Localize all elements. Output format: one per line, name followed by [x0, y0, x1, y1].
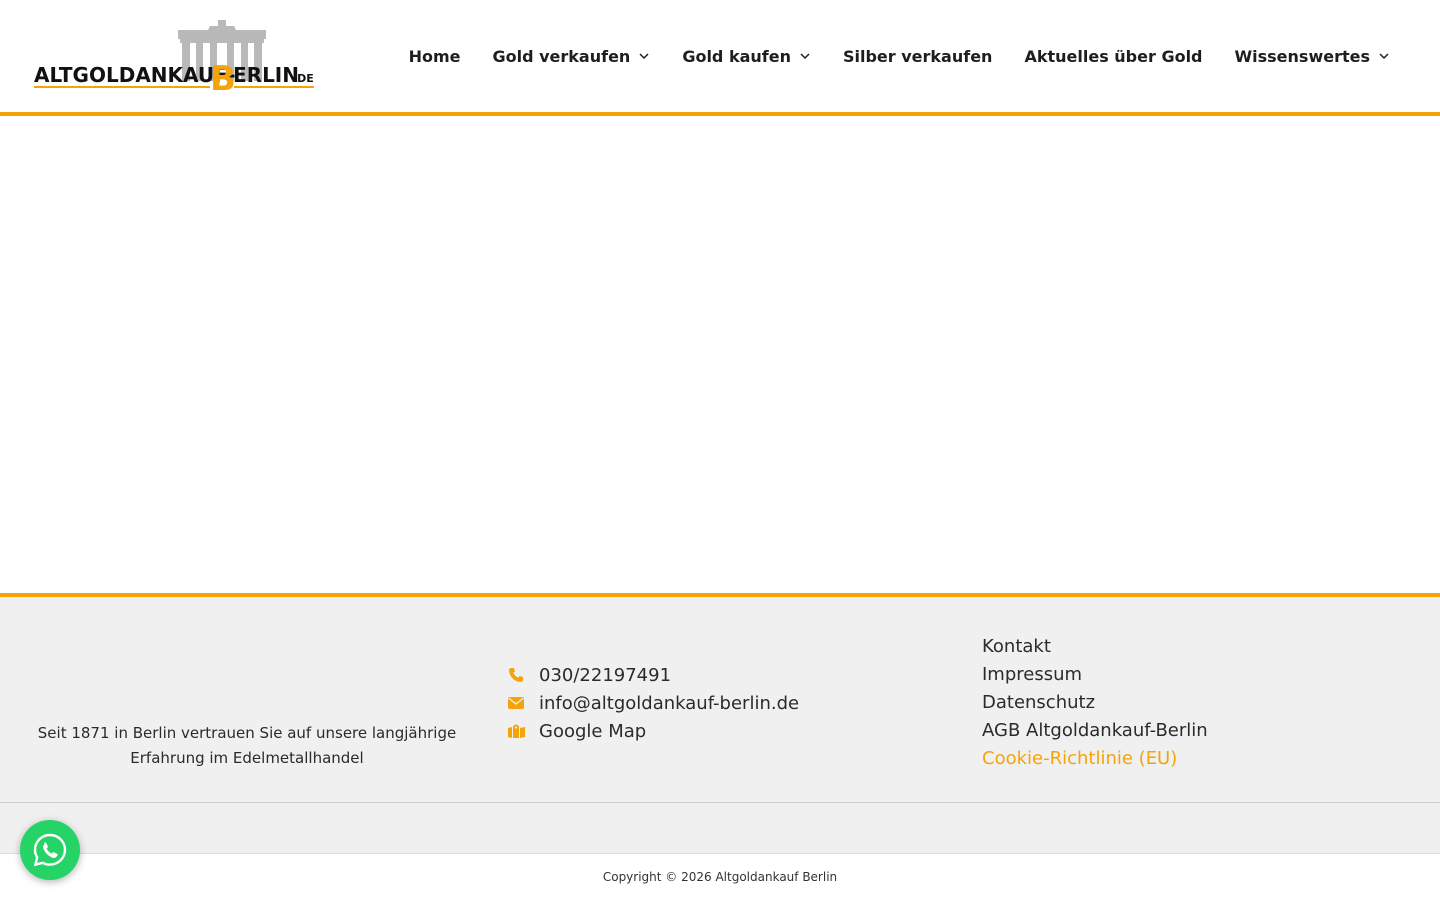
site-header: ALTGOLDANKAUF- B ERLIN .DE Home Gold ver…	[0, 0, 1440, 116]
whatsapp-chat-button[interactable]	[20, 820, 80, 880]
copyright-text: Copyright © 2026 Altgoldankauf Berlin	[602, 870, 838, 884]
footer-link-impressum[interactable]: Impressum	[982, 661, 1208, 689]
chevron-down-icon	[800, 53, 810, 60]
phone-icon	[507, 666, 525, 684]
nav-label: Home	[408, 46, 461, 66]
copyright-bar: Copyright © 2026 Altgoldankauf Berlin	[0, 853, 1440, 900]
main-content	[0, 116, 1440, 593]
nav-aktuelles[interactable]: Aktuelles über Gold	[1024, 47, 1202, 66]
tagline-line: Erfahrung im Edelmetallhandel	[130, 749, 364, 767]
map-icon	[507, 722, 525, 740]
brandenburg-gate-logo-icon: ALTGOLDANKAUF- B ERLIN .DE	[34, 20, 314, 98]
nav-label: Gold kaufen	[682, 46, 791, 66]
contact-label: info@altgoldankauf-berlin.de	[539, 692, 800, 714]
chevron-down-icon	[639, 53, 649, 60]
contact-phone[interactable]: 030/22197491	[507, 661, 799, 689]
svg-text:.DE: .DE	[293, 72, 314, 85]
footer-tagline: Seit 1871 in Berlin vertrauen Sie auf un…	[24, 721, 470, 771]
chevron-down-icon	[1379, 53, 1389, 60]
svg-text:ALTGOLDANKAUF-: ALTGOLDANKAUF-	[34, 63, 235, 87]
nav-label: Gold verkaufen	[492, 46, 631, 66]
footer-links: Kontakt Impressum Datenschutz AGB Altgol…	[982, 633, 1208, 773]
footer-link-kontakt[interactable]: Kontakt	[982, 633, 1208, 661]
footer-contact: 030/22197491 info@altgoldankauf-berlin.d…	[507, 661, 799, 745]
svg-text:ERLIN: ERLIN	[233, 63, 299, 87]
nav-label: Aktuelles über Gold	[1024, 46, 1203, 66]
nav-silber-verkaufen[interactable]: Silber verkaufen	[843, 47, 992, 66]
envelope-icon	[507, 694, 525, 712]
nav-gold-kaufen[interactable]: Gold kaufen	[682, 47, 811, 66]
contact-label: Google Map	[539, 720, 647, 742]
nav-label: Silber verkaufen	[842, 46, 993, 66]
nav-wissenswertes[interactable]: Wissenswertes	[1235, 47, 1391, 66]
site-logo[interactable]: ALTGOLDANKAUF- B ERLIN .DE	[34, 16, 316, 98]
nav-home[interactable]: Home	[409, 47, 461, 66]
site-footer: Seit 1871 in Berlin vertrauen Sie auf un…	[0, 593, 1440, 853]
main-navigation: Home Gold verkaufen Gold kaufen Silber v…	[377, 0, 1390, 112]
footer-divider	[0, 802, 1440, 803]
footer-link-cookie-richtlinie[interactable]: Cookie-Richtlinie (EU)	[982, 745, 1208, 773]
contact-label: 030/22197491	[539, 664, 672, 686]
nav-gold-verkaufen[interactable]: Gold verkaufen	[492, 47, 650, 66]
whatsapp-icon	[33, 833, 67, 867]
nav-label: Wissenswertes	[1234, 46, 1371, 66]
contact-email[interactable]: info@altgoldankauf-berlin.de	[507, 689, 799, 717]
footer-link-datenschutz[interactable]: Datenschutz	[982, 689, 1208, 717]
contact-map[interactable]: Google Map	[507, 717, 799, 745]
tagline-line: Seit 1871 in Berlin vertrauen Sie auf un…	[37, 724, 457, 742]
footer-link-agb[interactable]: AGB Altgoldankauf-Berlin	[982, 717, 1208, 745]
